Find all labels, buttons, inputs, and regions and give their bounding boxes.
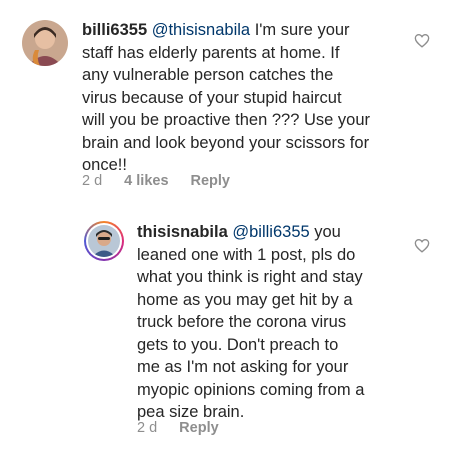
comment-mention[interactable]: @thisisnabila: [152, 21, 250, 39]
comment-meta: 2 d Reply: [137, 420, 241, 436]
comment-likes[interactable]: 4 likes: [124, 173, 168, 189]
comment-username[interactable]: billi6355: [82, 21, 147, 39]
comment-username[interactable]: thisisnabila: [137, 223, 228, 241]
comment-body: you leaned one with 1 post, pls do what …: [137, 223, 365, 421]
comment-time: 2 d: [137, 420, 158, 436]
comment-text: thisisnabila @billi6355 you leaned one w…: [137, 221, 417, 424]
reply-button[interactable]: Reply: [191, 173, 231, 189]
avatar[interactable]: [22, 20, 68, 66]
reply-item: thisisnabila @billi6355 you leaned one w…: [0, 200, 455, 450]
comment-meta: 2 d 4 likes Reply: [82, 173, 252, 189]
comment-time: 2 d: [82, 173, 103, 189]
avatar-image: [88, 225, 120, 257]
avatar: [88, 225, 120, 257]
comment-text: billi6355 @thisisnabila I'm sure your st…: [82, 19, 412, 177]
heart-outline-icon[interactable]: [414, 238, 430, 253]
heart-outline-icon[interactable]: [414, 33, 430, 48]
comment-body: I'm sure your staff has elderly parents …: [82, 21, 370, 174]
avatar-story-ring[interactable]: [84, 221, 124, 261]
avatar-image: [22, 20, 68, 66]
comment-mention[interactable]: @billi6355: [232, 223, 309, 241]
comment-item: billi6355 @thisisnabila I'm sure your st…: [0, 0, 455, 200]
reply-button[interactable]: Reply: [179, 420, 219, 436]
